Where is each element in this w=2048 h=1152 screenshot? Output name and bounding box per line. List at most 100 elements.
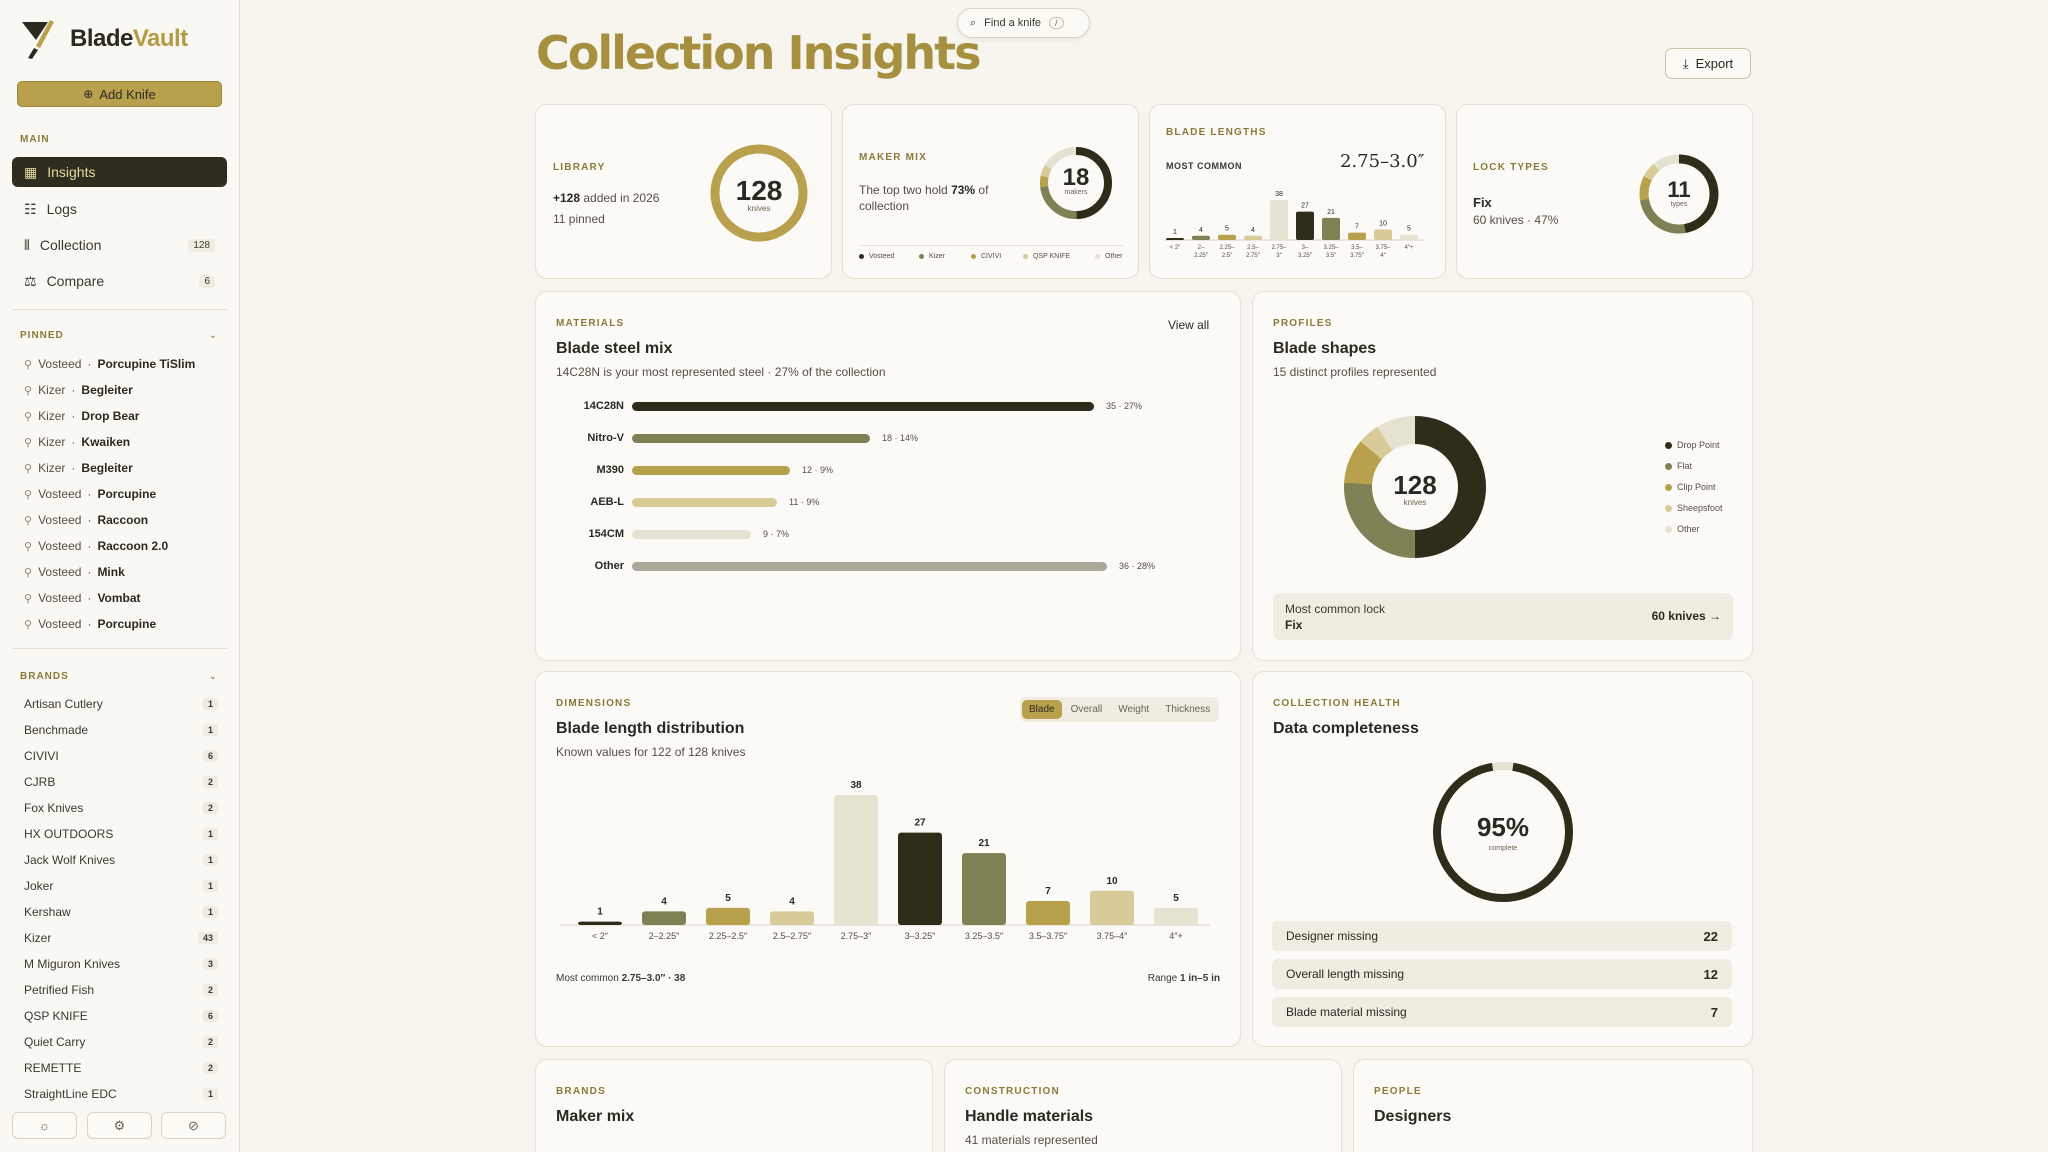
- brand-item[interactable]: Quiet Carry 2: [24, 1032, 218, 1052]
- bar-label: 3.5–3.75″: [1029, 931, 1068, 941]
- health-row[interactable]: Blade material missing 7: [1272, 997, 1732, 1027]
- brand-item[interactable]: Fox Knives 2: [24, 798, 218, 818]
- pin-icon: ⚲: [24, 488, 33, 501]
- chevron-down-icon[interactable]: ⌄: [209, 671, 217, 682]
- settings-button[interactable]: ⚙: [87, 1112, 152, 1139]
- blade-lengths-card[interactable]: BLADE LENGTHS MOST COMMON 2.75–3.0″ 1 < 2…: [1149, 104, 1446, 279]
- legend-item: CIVIVI: [971, 253, 1001, 260]
- tab-blade[interactable]: Blade: [1022, 700, 1062, 719]
- divider: [12, 309, 227, 310]
- health-row[interactable]: Designer missing 22: [1272, 921, 1732, 951]
- pinned-item[interactable]: ⚲ Kizer · Kwaiken: [24, 432, 130, 452]
- light-mode-button[interactable]: ☼: [12, 1112, 77, 1139]
- chevron-down-icon[interactable]: ⌄: [209, 330, 217, 341]
- steel-value: 35 · 27%: [1106, 401, 1143, 411]
- library-unit: knives: [747, 204, 771, 213]
- separator: ·: [87, 357, 92, 371]
- tab-overall[interactable]: Overall: [1064, 700, 1110, 719]
- profiles-card: PROFILES Blade shapes 15 distinct profil…: [1252, 291, 1753, 661]
- nav-compare[interactable]: ⚖ Compare 6: [12, 266, 227, 296]
- lock-types-card[interactable]: LOCK TYPES Fix 60 knives · 47% 11 types: [1456, 104, 1753, 279]
- mini-bar: [1192, 235, 1210, 240]
- pinned-item[interactable]: ⚲ Vosteed · Mink: [24, 562, 125, 582]
- nav-insights[interactable]: ▦ Insights: [12, 157, 227, 187]
- tab-weight[interactable]: Weight: [1111, 700, 1156, 719]
- brand-item[interactable]: M Miguron Knives 3: [24, 954, 218, 974]
- bar-label: 2–2.25″: [649, 931, 681, 941]
- pinned-item[interactable]: ⚲ Vosteed · Raccoon: [24, 510, 148, 530]
- mini-bar-value: 10: [1379, 220, 1387, 227]
- brand-item[interactable]: QSP KNIFE 6: [24, 1006, 218, 1026]
- brand-count: 2: [202, 984, 218, 996]
- pin-icon: ⚲: [24, 462, 33, 475]
- pinned-item[interactable]: ⚲ Kizer · Drop Bear: [24, 406, 139, 426]
- legend-label: Other: [1677, 524, 1700, 534]
- blade-lengths-eyebrow: BLADE LENGTHS: [1166, 127, 1267, 138]
- nav-logs[interactable]: ☷ Logs: [12, 194, 227, 224]
- brand-name: CIVIVI: [24, 749, 59, 763]
- brand-item[interactable]: Kizer 43: [24, 928, 218, 948]
- brand-item[interactable]: Joker 1: [24, 876, 218, 896]
- brand-count: 2: [202, 802, 218, 814]
- pinned-item[interactable]: ⚲ Vosteed · Porcupine TiSlim: [24, 354, 195, 374]
- pinned-model: Raccoon: [97, 513, 149, 527]
- brand-item[interactable]: CIVIVI 6: [24, 746, 218, 766]
- brand-item[interactable]: Jack Wolf Knives 1: [24, 850, 218, 870]
- health-row[interactable]: Overall length missing 12: [1272, 959, 1732, 989]
- brand-count: 2: [202, 1062, 218, 1074]
- nav-section-label: MAIN: [20, 134, 50, 145]
- eye-off-icon: ⊘: [188, 1117, 199, 1133]
- mini-bar: [1218, 234, 1236, 240]
- legend-dot: [1665, 504, 1672, 512]
- export-button[interactable]: ⤓ Export: [1665, 48, 1751, 79]
- most-common-lock-row[interactable]: Most common lock Fix 60 knives →: [1273, 593, 1733, 640]
- legend-label: Flat: [1677, 461, 1693, 471]
- mini-bar-label: 3″: [1276, 253, 1282, 259]
- divider: [12, 648, 227, 649]
- bar-value: 7: [1045, 886, 1051, 897]
- maker-mix-card[interactable]: MAKER MIX The top two hold 73% of collec…: [842, 104, 1139, 279]
- bar: [578, 921, 622, 925]
- pinned-item[interactable]: ⚲ Vosteed · Raccoon 2.0: [24, 536, 168, 556]
- brand-item[interactable]: Petrified Fish 2: [24, 980, 218, 1000]
- legend-dot: [1095, 254, 1100, 259]
- pin-icon: ⚲: [24, 410, 33, 423]
- brand-item[interactable]: StraightLine EDC 1: [24, 1084, 218, 1104]
- nav-collection[interactable]: ⫴ Collection 128: [12, 230, 227, 260]
- brand-item[interactable]: Benchmade 1: [24, 720, 218, 740]
- brand-item[interactable]: Kershaw 1: [24, 902, 218, 922]
- library-card[interactable]: LIBRARY +128 added in 2026 11 pinned 128…: [535, 104, 832, 279]
- collapse-button[interactable]: ⊘: [161, 1112, 226, 1139]
- tab-thickness[interactable]: Thickness: [1158, 700, 1217, 719]
- brand-item[interactable]: CJRB 2: [24, 772, 218, 792]
- pinned-item[interactable]: ⚲ Vosteed · Porcupine: [24, 484, 156, 504]
- pinned-model: Porcupine: [97, 617, 157, 631]
- pinned-item[interactable]: ⚲ Vosteed · Porcupine: [24, 614, 156, 634]
- mini-bar-label: 4″+: [1405, 245, 1414, 251]
- mini-bar: [1322, 217, 1340, 240]
- steel-value: 11 · 9%: [789, 497, 820, 507]
- bar: [706, 907, 750, 925]
- pinned-item[interactable]: ⚲ Kizer · Begleiter: [24, 380, 133, 400]
- nav-label: Logs: [46, 201, 77, 217]
- view-all-link[interactable]: View all: [1168, 318, 1209, 332]
- brand-name: Petrified Fish: [24, 983, 95, 997]
- mini-bar-value: 27: [1301, 203, 1309, 210]
- pinned-model: Porcupine: [97, 487, 157, 501]
- brands-title: Maker mix: [556, 1108, 635, 1125]
- add-knife-button[interactable]: ⊕ Add Knife: [17, 81, 222, 107]
- steel-bar: [632, 498, 777, 507]
- blade-length-chart: 1 < 2″ 4 2–2.25″ 5 2.25–2.5″ 4 2.5–2.75″ 38 2.75–…: [560, 780, 1210, 941]
- brand-item[interactable]: Artisan Cutlery 1: [24, 694, 218, 714]
- brand-item[interactable]: REMETTE 2: [24, 1058, 218, 1078]
- legend-item: QSP KNIFE: [1023, 253, 1070, 260]
- legend-label: Clip Point: [1677, 482, 1716, 492]
- brand-item[interactable]: HX OUTDOORS 1: [24, 824, 218, 844]
- pinned-brand: Vosteed: [38, 617, 82, 631]
- pinned-item[interactable]: ⚲ Vosteed · Vombat: [24, 588, 141, 608]
- logo[interactable]: BladeVault: [20, 18, 188, 60]
- pinned-item[interactable]: ⚲ Kizer · Begleiter: [24, 458, 133, 478]
- separator: ·: [87, 591, 92, 605]
- pin-icon: ⚲: [24, 592, 33, 605]
- bar-value: 38: [850, 780, 862, 791]
